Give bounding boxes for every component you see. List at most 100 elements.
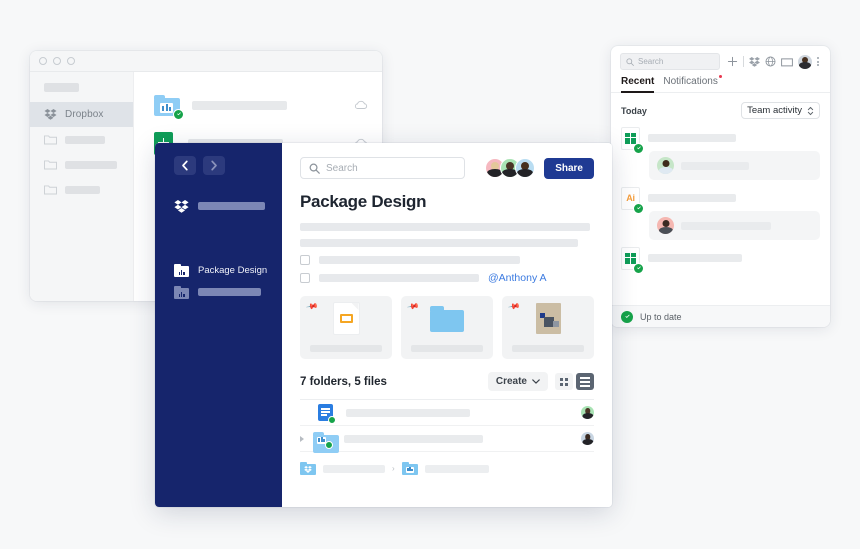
dropbox-logo-icon [174, 199, 189, 213]
table-row[interactable] [300, 426, 594, 453]
file-count-label: 7 folders, 5 files [300, 375, 387, 388]
pin-icon[interactable]: 📌 [305, 300, 318, 313]
file-name-placeholder [344, 434, 483, 443]
activity-title-placeholder [648, 254, 742, 262]
tab-recent[interactable]: Recent [621, 76, 655, 93]
dropbox-web-window: Package Design Search Share Package Desi… [155, 143, 612, 507]
search-icon [626, 57, 634, 66]
close-button[interactable] [39, 57, 47, 65]
dropbox-logo-icon[interactable] [749, 56, 760, 67]
search-input[interactable]: Search [620, 53, 720, 70]
chevron-left-icon [182, 160, 188, 171]
list-item[interactable]: Ai [621, 185, 820, 240]
folder-icon[interactable] [781, 57, 793, 67]
sidebar-item-dropbox[interactable]: Dropbox [30, 102, 133, 127]
photo-thumbnail-icon [535, 303, 561, 334]
grid-view-icon[interactable] [555, 373, 573, 390]
activity-header [621, 125, 820, 154]
globe-icon[interactable] [765, 56, 776, 67]
activity-comment[interactable] [649, 151, 820, 180]
sidebar-section-title-placeholder [44, 83, 79, 92]
dropbox-logo-icon [44, 109, 57, 120]
sidebar-item-package-design[interactable]: Package Design [155, 259, 282, 281]
dropbox-folder-icon[interactable] [300, 462, 316, 475]
back-button[interactable] [174, 156, 196, 175]
tray-icon-group [727, 54, 819, 69]
adobe-illustrator-icon: Ai [621, 186, 644, 214]
pinned-card-photo[interactable]: 📌 [502, 296, 594, 359]
sidebar-item-label-bar [198, 288, 261, 296]
tab-label: Recent [621, 76, 655, 87]
toolbar-divider [743, 56, 744, 67]
kebab-menu-icon[interactable] [817, 57, 819, 66]
activity-filter-select[interactable]: Team activity [741, 102, 820, 119]
page-title: Package Design [300, 192, 427, 211]
avatar [657, 217, 674, 234]
checkbox[interactable] [300, 255, 310, 265]
user-avatar[interactable] [798, 54, 812, 69]
breadcrumb-label-placeholder[interactable] [424, 464, 489, 473]
google-sheets-icon [621, 126, 644, 154]
sidebar-item-folder-1[interactable] [30, 127, 133, 152]
folder-chart-icon [174, 263, 189, 277]
pin-icon[interactable]: 📌 [406, 300, 419, 313]
share-button[interactable]: Share [544, 157, 594, 179]
sidebar-account-row[interactable] [155, 195, 282, 217]
nav-buttons [155, 156, 282, 175]
sidebar-item-label-bar [65, 185, 100, 194]
status-label: Up to date [640, 311, 682, 322]
google-slides-icon [333, 303, 359, 334]
plus-icon[interactable] [727, 56, 738, 67]
search-placeholder: Search [326, 162, 358, 174]
cloud-icon [354, 100, 368, 109]
doc-checklist-item[interactable] [300, 255, 594, 265]
sidebar-item-folder-2[interactable] [30, 152, 133, 177]
folder-chart-icon [313, 431, 339, 453]
list-view-icon[interactable] [576, 373, 594, 390]
tab-notifications[interactable]: Notifications [663, 75, 722, 92]
minimize-button[interactable] [53, 57, 61, 65]
pinned-card-folder[interactable]: 📌 [401, 296, 493, 359]
create-button[interactable]: Create [487, 372, 548, 391]
chevron-updown-icon [807, 106, 814, 115]
tray-toolbar: Search [611, 46, 830, 70]
doc-text-placeholder [319, 256, 520, 264]
desktop-sidebar: Dropbox [30, 72, 134, 301]
table-row[interactable] [300, 400, 594, 426]
sidebar-item-folder-3[interactable] [30, 177, 133, 202]
collaborator-avatars[interactable] [485, 158, 536, 178]
list-item[interactable] [621, 125, 820, 180]
search-placeholder: Search [638, 57, 664, 66]
activity-list: Ai [611, 123, 830, 305]
google-sheets-icon [621, 246, 644, 274]
list-item[interactable] [621, 245, 820, 274]
dropbox-logo-icon [304, 466, 312, 473]
activity-comment[interactable] [649, 211, 820, 240]
synced-badge-icon [328, 416, 336, 424]
pinned-card-slides[interactable]: 📌 [300, 296, 392, 359]
doc-text-placeholder [319, 274, 479, 282]
checkbox[interactable] [300, 273, 310, 283]
web-sidebar: Package Design [155, 143, 282, 507]
pin-icon[interactable]: 📌 [507, 300, 520, 313]
view-toggle [555, 373, 594, 390]
activity-title-placeholder [648, 194, 736, 202]
mention-link[interactable]: @Anthony A [488, 272, 547, 284]
breadcrumb-label-placeholder[interactable] [323, 464, 385, 473]
comment-text-placeholder [681, 161, 749, 170]
table-row[interactable] [134, 86, 382, 124]
sidebar-item-folder-2[interactable] [155, 281, 282, 303]
doc-checklist-item[interactable]: @Anthony A [300, 272, 594, 284]
card-label-placeholder [512, 345, 584, 352]
synced-badge-icon [633, 142, 644, 154]
search-input[interactable]: Search [300, 157, 465, 179]
forward-button[interactable] [203, 156, 225, 175]
chevron-right-icon [211, 160, 217, 171]
sidebar-item-label-bar [65, 135, 105, 144]
folder-icon [44, 160, 57, 170]
folder-chart-icon[interactable] [401, 462, 418, 475]
account-name-placeholder [198, 202, 265, 210]
doc-text-placeholder [300, 239, 578, 247]
expand-triangle-icon[interactable] [300, 435, 304, 442]
maximize-button[interactable] [67, 57, 75, 65]
